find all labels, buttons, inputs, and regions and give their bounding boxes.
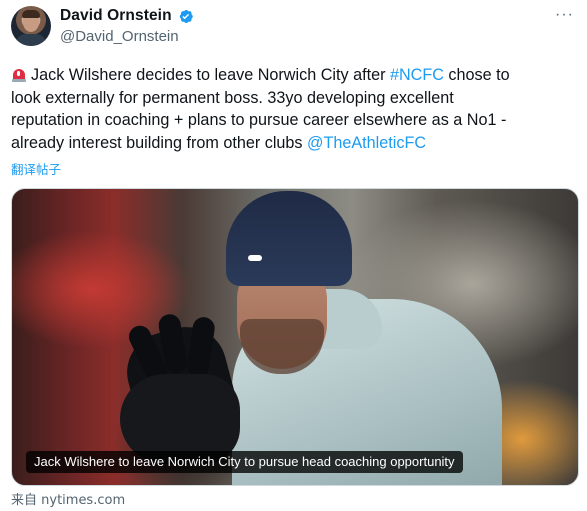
link-card-caption: Jack Wilshere to leave Norwich City to p… [26,451,463,473]
author-name[interactable]: David Ornstein [60,7,172,25]
mention-theathleticfc-link[interactable]: @TheAthleticFC [307,134,426,152]
tweet-text-line1b: chose to [443,66,510,84]
link-source[interactable]: 来自 nytimes.com [11,489,125,508]
tweet-text-line1a: Jack Wilshere decides to leave Norwich C… [31,66,390,84]
translate-post-link[interactable]: 翻译帖子 [11,159,61,178]
author-name-row: David Ornstein [60,7,194,25]
tweet-text-line2: look externally for permanent boss. 33yo… [11,88,454,107]
author-handle[interactable]: @David_Ornstein [60,28,179,45]
more-options-icon[interactable]: ··· [555,6,574,24]
verified-badge-icon [177,8,194,25]
hashtag-ncfc-link[interactable]: #NCFC [390,66,444,84]
tweet-text-line3: reputation in coaching + plans to pursue… [11,111,507,129]
link-card-image[interactable]: Jack Wilshere to leave Norwich City to p… [11,188,579,486]
author-avatar[interactable] [11,6,51,46]
tweet-text: Jack Wilshere decides to leave Norwich C… [11,64,576,154]
tweet-text-line4a: already interest building from other clu… [11,133,308,152]
police-siren-emoji-icon [11,66,27,82]
